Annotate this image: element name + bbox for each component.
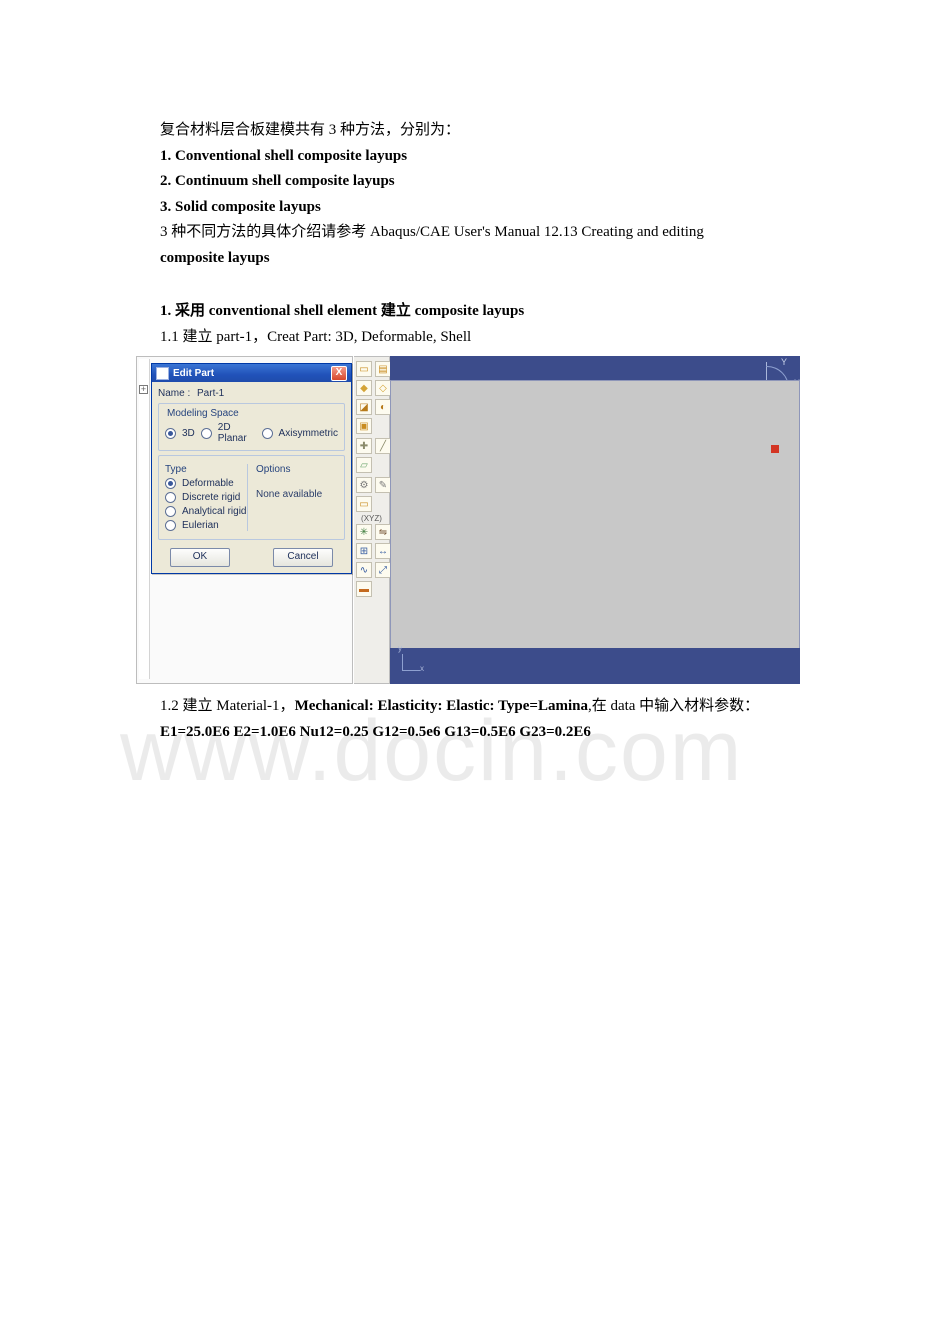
tool-wave-icon[interactable]: ∿ <box>356 562 372 578</box>
radio-eulerian[interactable] <box>165 520 176 531</box>
name-label: Name : <box>158 388 190 399</box>
model-tree-stub: + <box>139 359 150 679</box>
section-1-heading: 1. 采用 conventional shell element 建立 comp… <box>160 299 810 325</box>
radio-2d[interactable] <box>201 428 212 439</box>
tool-csys-icon[interactable]: ✳ <box>356 524 372 540</box>
name-row: Name : Part-1 <box>158 388 345 399</box>
tool-attachment-icon[interactable]: ▬ <box>356 581 372 597</box>
radio-eulerian-label: Eulerian <box>182 520 219 531</box>
cancel-button[interactable]: Cancel <box>273 548 333 567</box>
tool-datum-plane-icon[interactable]: ▱ <box>356 457 372 473</box>
options-column: Options None available <box>247 464 338 531</box>
material-params: E1=25.0E6 E2=1.0E6 Nu12=0.25 G12=0.5e6 G… <box>160 720 810 746</box>
tool-geometry-edit-icon[interactable]: ✎ <box>375 477 391 493</box>
tool-expand-icon[interactable]: ⤢ <box>375 562 391 578</box>
options-legend: Options <box>256 464 338 475</box>
tool-part-manager-icon[interactable]: ▤ <box>375 361 391 377</box>
method-3: 3. Solid composite layups <box>160 195 810 221</box>
radio-3d[interactable] <box>165 428 176 439</box>
radio-axi[interactable] <box>262 428 273 439</box>
section-1-2-suffix: ,在 data 中输入材料参数： <box>588 698 759 714</box>
section-1-2-bold: Mechanical: Elasticity: Elastic: Type=La… <box>295 698 588 714</box>
toolbox-xyz-label: (XYZ) <box>354 514 389 523</box>
section-1-2: 1.2 建立 Material-1，Mechanical: Elasticity… <box>160 694 810 720</box>
radio-3d-label: 3D <box>182 428 195 439</box>
sketch-canvas[interactable] <box>390 380 800 684</box>
ok-button[interactable]: OK <box>170 548 230 567</box>
tool-shape-solid-icon[interactable]: ◆ <box>356 380 372 396</box>
mini-axis-y-label: y <box>398 644 402 653</box>
tool-shape-shell-icon[interactable]: ◇ <box>375 380 391 396</box>
method-2: 2. Continuum shell composite layups <box>160 169 810 195</box>
tool-translate-icon[interactable]: ↔ <box>375 543 391 559</box>
tree-expand-icon[interactable]: + <box>139 385 148 394</box>
radio-analytical[interactable] <box>165 506 176 517</box>
method-1: 1. Conventional shell composite layups <box>160 144 810 170</box>
abaqus-screenshot: + Edit Part X Name : Part-1 Modeling Sp <box>136 356 801 684</box>
tool-round-icon[interactable]: ◐ <box>375 399 391 415</box>
tool-datum-point-icon[interactable]: ✚ <box>356 438 372 454</box>
dialog-titlebar[interactable]: Edit Part X <box>152 364 351 382</box>
radio-analytical-label: Analytical rigid <box>182 506 246 517</box>
radio-2d-label: 2D Planar <box>218 422 256 444</box>
radio-axi-label: Axisymmetric <box>279 428 338 439</box>
reference-line: 3 种不同方法的具体介绍请参考 Abaqus/CAE User's Manual… <box>160 220 810 246</box>
radio-discrete-label: Discrete rigid <box>182 492 240 503</box>
viewport-bottom-border: y x <box>390 648 800 684</box>
close-icon[interactable]: X <box>331 366 347 381</box>
tool-cut-icon[interactable]: ◪ <box>356 399 372 415</box>
tool-mirror-icon[interactable]: ⇋ <box>375 524 391 540</box>
reference-prefix: 3 种不同方法的具体介绍请参考 Abaqus/CAE User's Manual… <box>160 224 704 240</box>
tool-geometry-repair-icon[interactable]: ⚙ <box>356 477 372 493</box>
radio-deformable[interactable] <box>165 478 176 489</box>
edit-part-dialog: Edit Part X Name : Part-1 Modeling Space… <box>151 363 352 574</box>
toolbox: ▭ ▤ ◆ ◇ ◪ ◐ ▣ ✚ ╱ ▱ ⚙ ✎ ▭ <box>354 356 390 684</box>
type-legend: Type <box>165 464 247 475</box>
section-1-1: 1.1 建立 part-1，Creat Part: 3D, Deformable… <box>160 325 810 351</box>
tool-partition-icon[interactable]: ▣ <box>356 418 372 434</box>
none-available-text: None available <box>256 489 338 500</box>
radio-discrete[interactable] <box>165 492 176 503</box>
tool-datum-axis-icon[interactable]: ╱ <box>375 438 391 454</box>
tool-reference-icon[interactable]: ▭ <box>356 496 372 512</box>
modeling-space-fieldset: Modeling Space 3D 2D Planar Axisymmetric <box>158 403 345 451</box>
viewport[interactable]: Y X y x <box>390 356 800 684</box>
dialog-title-icon <box>156 367 169 380</box>
intro-text: 复合材料层合板建模共有 3 种方法，分别为： <box>160 118 810 144</box>
tool-pattern-icon[interactable]: ⊞ <box>356 543 372 559</box>
type-column: Type Deformable Discrete rigid Analytica… <box>165 464 247 531</box>
tool-create-part-icon[interactable]: ▭ <box>356 361 372 377</box>
mini-triad: y x <box>400 654 422 676</box>
dialog-title-text: Edit Part <box>173 368 214 379</box>
left-panel: + Edit Part X Name : Part-1 Modeling Sp <box>136 356 353 684</box>
origin-marker-icon <box>771 445 779 453</box>
axis-y-label: Y <box>781 357 787 367</box>
mini-axis-x-label: x <box>420 664 424 673</box>
name-value: Part-1 <box>197 388 224 399</box>
reference-line-b: composite layups <box>160 246 810 272</box>
section-1-1-text: 1.1 建立 part-1，Creat Part: 3D, Deformable… <box>160 329 471 345</box>
radio-deformable-label: Deformable <box>182 478 234 489</box>
modeling-space-legend: Modeling Space <box>165 408 241 419</box>
section-1-2-prefix: 1.2 建立 Material-1， <box>160 698 295 714</box>
